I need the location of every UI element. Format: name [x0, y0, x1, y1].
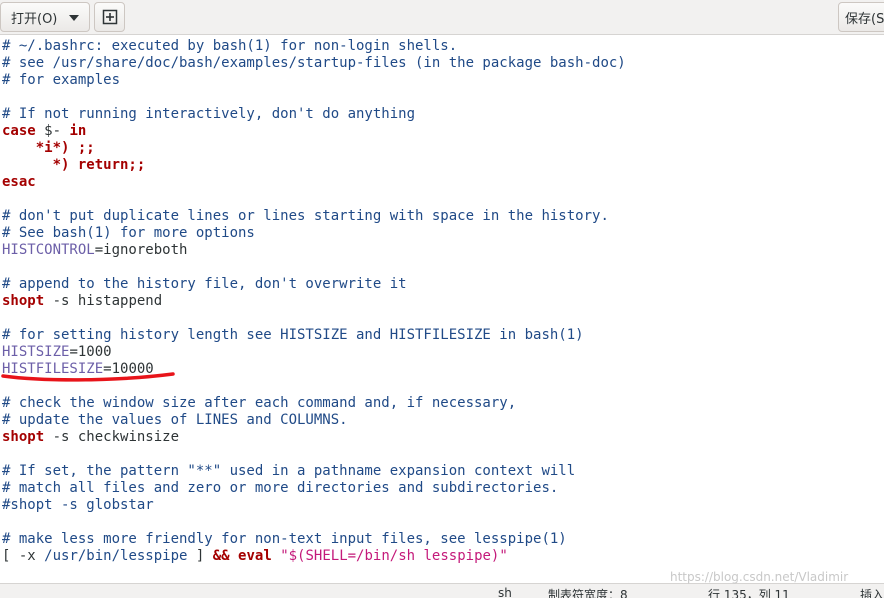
code-line[interactable]: # match all files and zero or more direc… — [2, 480, 558, 497]
code-line[interactable]: # make less more friendly for non-text i… — [2, 531, 567, 548]
code-line[interactable]: [ -x /usr/bin/lesspipe ] && eval "$(SHEL… — [2, 548, 508, 565]
save-button-label: 保存(S — [845, 11, 884, 27]
code-line[interactable]: # see /usr/share/doc/bash/examples/start… — [2, 55, 626, 72]
open-button[interactable]: 打开(O) — [0, 2, 90, 32]
code-line[interactable]: # See bash(1) for more options — [2, 225, 255, 242]
code-token: #shopt -s globstar — [2, 497, 154, 513]
open-button-label: 打开(O) — [11, 11, 58, 27]
code-token: /usr/bin/lesspipe — [44, 548, 188, 564]
code-token: =10000 — [103, 361, 154, 377]
code-token: # for examples — [2, 72, 121, 88]
code-token: # don't put duplicate lines or lines sta… — [2, 208, 609, 224]
new-document-icon — [102, 9, 117, 25]
code-line[interactable]: # update the values of LINES and COLUMNS… — [2, 412, 348, 429]
code-token: ] — [187, 548, 213, 564]
code-line[interactable]: # for examples — [2, 72, 120, 89]
code-line[interactable]: # If not running interactively, don't do… — [2, 106, 415, 123]
code-token: # see /usr/share/doc/bash/examples/start… — [2, 55, 626, 71]
code-line[interactable]: esac — [2, 174, 36, 191]
code-line[interactable]: shopt -s checkwinsize — [2, 429, 179, 446]
cursor-position: 行 135，列 11 — [708, 588, 790, 598]
code-token: in — [69, 123, 87, 139]
code-token: && — [212, 548, 230, 564]
code-line[interactable]: # append to the history file, don't over… — [2, 276, 407, 293]
code-token: -s histappend — [44, 293, 163, 309]
watermark: https://blog.csdn.net/Vladimir — [670, 570, 849, 584]
code-token: HISTSIZE — [2, 344, 70, 360]
code-line[interactable]: #shopt -s globstar — [2, 497, 154, 514]
insert-mode: 插入 — [860, 588, 884, 598]
code-line[interactable]: # If set, the pattern "**" used in a pat… — [2, 463, 575, 480]
new-tab-button[interactable] — [94, 2, 125, 32]
code-token: esac — [2, 174, 36, 190]
code-line[interactable]: # for setting history length see HISTSIZ… — [2, 327, 584, 344]
code-line[interactable]: # check the window size after each comma… — [2, 395, 516, 412]
code-token: *) return;; — [2, 157, 146, 173]
code-token: $- — [35, 123, 70, 139]
code-token: # See bash(1) for more options — [2, 225, 255, 241]
code-line[interactable]: HISTFILESIZE=10000 — [2, 361, 154, 378]
code-token: # match all files and zero or more direc… — [2, 480, 559, 496]
code-line[interactable]: HISTCONTROL=ignoreboth — [2, 242, 187, 259]
code-token: HISTCONTROL — [2, 242, 95, 258]
code-line[interactable]: # ~/.bashrc: executed by bash(1) for non… — [2, 38, 457, 55]
code-token: # append to the history file, don't over… — [2, 276, 407, 292]
language-selector[interactable]: sh — [498, 586, 512, 598]
code-line[interactable]: case $- in — [2, 123, 86, 140]
code-token: eval — [238, 548, 272, 564]
code-line[interactable]: shopt -s histappend — [2, 293, 162, 310]
text-editor[interactable]: # ~/.bashrc: executed by bash(1) for non… — [0, 35, 884, 583]
code-token: =ignoreboth — [94, 242, 188, 258]
code-token: shopt — [2, 293, 45, 309]
code-token: # for setting history length see HISTSIZ… — [2, 327, 584, 343]
code-token: # update the values of LINES and COLUMNS… — [2, 412, 348, 428]
code-token: shopt — [2, 429, 45, 445]
code-line[interactable]: *) return;; — [2, 157, 146, 174]
code-line[interactable]: # don't put duplicate lines or lines sta… — [2, 208, 609, 225]
code-token: case — [2, 123, 36, 139]
save-button[interactable]: 保存(S — [838, 2, 884, 32]
code-token: "$(SHELL=/bin/sh lesspipe)" — [280, 548, 508, 564]
chevron-down-icon[interactable] — [69, 15, 79, 21]
code-token: # check the window size after each comma… — [2, 395, 517, 411]
code-token: -s checkwinsize — [44, 429, 180, 445]
code-token: =1000 — [69, 344, 112, 360]
code-token: [ -x — [2, 548, 45, 564]
code-token: # If set, the pattern "**" used in a pat… — [2, 463, 576, 479]
tab-width-selector[interactable]: 制表符宽度：8 — [548, 586, 628, 598]
code-line[interactable]: *i*) ;; — [2, 140, 95, 157]
code-token: # make less more friendly for non-text i… — [2, 531, 567, 547]
status-bar: sh 制表符宽度：8 行 135，列 11 插入 — [0, 583, 884, 598]
code-line[interactable]: HISTSIZE=1000 — [2, 344, 112, 361]
toolbar: 打开(O) 保存(S — [0, 0, 884, 35]
code-token: # ~/.bashrc: executed by bash(1) for non… — [2, 38, 458, 54]
code-token: *i*) ;; — [2, 140, 95, 156]
code-token: HISTFILESIZE — [2, 361, 104, 377]
code-token: # If not running interactively, don't do… — [2, 106, 416, 122]
